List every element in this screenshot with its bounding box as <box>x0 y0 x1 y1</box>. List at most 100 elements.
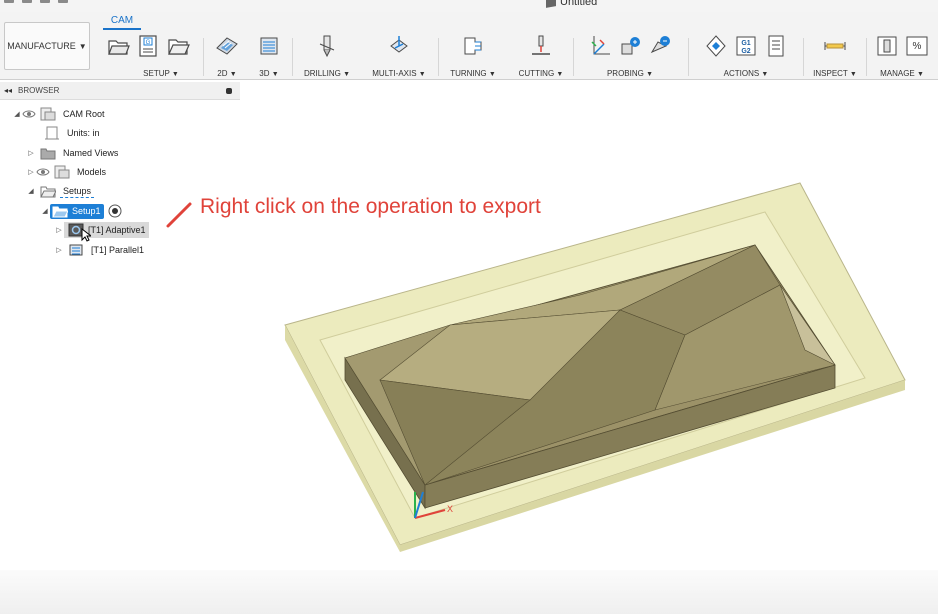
setup1-selected-chip[interactable]: Setup1 <box>50 203 104 219</box>
manage-group: % MANAGE ▼ <box>870 32 934 78</box>
browser-pin-icon[interactable] <box>226 88 232 94</box>
turning-icon[interactable] <box>461 34 485 58</box>
open-folder-icon[interactable] <box>106 34 130 58</box>
collapsed-triangle-icon[interactable]: ▷ <box>26 149 36 157</box>
expanded-triangle-icon[interactable]: ◢ <box>40 207 50 215</box>
setup-menu[interactable]: SETUP ▼ <box>124 69 198 78</box>
multi-axis-group: MULTI-AXIS ▼ <box>364 32 434 78</box>
tree-label-setups: Setups <box>60 185 95 198</box>
parallel-operation-icon <box>69 244 83 256</box>
eye-icon[interactable] <box>22 107 36 121</box>
tree-adaptive1[interactable]: ▷ [T1] Adaptive1 <box>54 222 149 238</box>
multi-axis-icon[interactable] <box>387 34 411 58</box>
setup-sheet-icon[interactable]: G <box>136 34 160 58</box>
inspect-menu[interactable]: INSPECT ▼ <box>808 69 862 78</box>
probing-menu[interactable]: PROBING ▼ <box>578 69 682 78</box>
probing-group: PROBING ▼ <box>578 32 682 78</box>
eye-icon[interactable] <box>36 165 50 179</box>
tree-label-setup1: Setup1 <box>72 206 101 216</box>
document-cube-icon <box>546 0 556 8</box>
expanded-triangle-icon[interactable]: ◢ <box>26 187 36 195</box>
collapsed-triangle-icon[interactable]: ▷ <box>54 246 64 254</box>
probe-wcs-icon[interactable] <box>618 34 642 58</box>
browser-title: BROWSER <box>18 86 60 95</box>
multi-axis-menu[interactable]: MULTI-AXIS ▼ <box>364 69 434 78</box>
tree-label-models: Models <box>77 167 107 177</box>
svg-text:G1: G1 <box>741 40 750 47</box>
drill-icon[interactable] <box>315 34 339 58</box>
tree-models[interactable]: ▷ Models <box>26 164 109 180</box>
inspect-group: INSPECT ▼ <box>808 32 862 78</box>
tree-named-views[interactable]: ▷ Named Views <box>26 145 121 161</box>
manage-menu[interactable]: MANAGE ▼ <box>870 69 934 78</box>
folder-icon <box>40 148 56 160</box>
undo-icon[interactable] <box>58 0 68 3</box>
workspace-switcher[interactable]: MANUFACTURE ▼ <box>4 22 90 70</box>
tree-label-adaptive1: [T1] Adaptive1 <box>88 225 146 235</box>
model-canvas[interactable]: X <box>240 100 938 570</box>
3d-viewport[interactable]: X <box>240 100 938 570</box>
cutting-group: CUTTING ▼ <box>512 32 570 78</box>
svg-text:G: G <box>146 40 151 46</box>
toolbar: CAM MANUFACTURE ▼ G SETUP ▼ 2D ▼ 3D ▼ DR… <box>0 12 938 80</box>
probe-axes-icon[interactable] <box>588 34 612 58</box>
cutting-icon[interactable] <box>529 34 553 58</box>
2d-group: 2D ▼ <box>208 32 246 78</box>
actions-group: G1 G2 ACTIONS ▼ <box>694 32 798 78</box>
chevron-down-icon: ▼ <box>78 41 87 51</box>
quick-access-toolbar[interactable] <box>4 0 68 5</box>
collapsed-triangle-icon[interactable]: ▷ <box>26 168 36 176</box>
browser-header: ◂◂ BROWSER <box>0 82 240 100</box>
tree-parallel1[interactable]: ▷ [T1] Parallel1 <box>54 242 147 258</box>
setup-folder-icon <box>52 206 68 218</box>
models-icon <box>54 165 70 179</box>
workspace-label: MANUFACTURE <box>7 41 76 51</box>
simulate-icon[interactable] <box>704 34 728 58</box>
document-icon <box>45 126 59 140</box>
triad-x-label: X <box>447 504 453 514</box>
cam-root-icon <box>40 107 56 121</box>
post-library-icon[interactable]: % <box>905 34 929 58</box>
3d-group: 3D ▼ <box>250 32 288 78</box>
2d-menu[interactable]: 2D ▼ <box>208 69 246 78</box>
tree-setups[interactable]: ◢ Setups <box>26 183 95 199</box>
svg-text:%: % <box>913 41 922 52</box>
collapsed-triangle-icon[interactable]: ▷ <box>54 226 64 234</box>
turning-menu[interactable]: TURNING ▼ <box>444 69 502 78</box>
title-bar: Untitled <box>0 0 938 12</box>
tree-label-cam-root: CAM Root <box>63 109 105 119</box>
setup-group: G SETUP ▼ <box>98 32 198 78</box>
tab-cam[interactable]: CAM <box>103 14 141 30</box>
turning-group: TURNING ▼ <box>444 32 502 78</box>
setup-sheet-doc-icon[interactable] <box>764 34 788 58</box>
folder-icon[interactable] <box>166 34 190 58</box>
cutting-menu[interactable]: CUTTING ▼ <box>512 69 570 78</box>
activate-radio-icon[interactable] <box>108 204 122 218</box>
file-menu-icon[interactable] <box>22 0 32 3</box>
drilling-menu[interactable]: DRILLING ▼ <box>296 69 358 78</box>
save-icon[interactable] <box>40 0 50 3</box>
tool-library-icon[interactable] <box>875 34 899 58</box>
actions-menu[interactable]: ACTIONS ▼ <box>694 69 798 78</box>
3d-menu[interactable]: 3D ▼ <box>250 69 288 78</box>
3d-adaptive-icon[interactable] <box>257 34 281 58</box>
folder-open-icon <box>40 186 56 198</box>
collapse-browser-icon[interactable]: ◂◂ <box>4 86 12 95</box>
tree-setup1[interactable]: ◢ Setup1 <box>40 203 122 219</box>
expanded-triangle-icon[interactable]: ◢ <box>12 110 22 118</box>
adaptive1-hover-chip[interactable]: [T1] Adaptive1 <box>64 222 149 238</box>
probe-geometry-icon[interactable] <box>648 34 672 58</box>
tree-label-units: Units: in <box>67 128 100 138</box>
2d-pocket-icon[interactable] <box>215 34 239 58</box>
tree-label-parallel1: [T1] Parallel1 <box>91 245 145 255</box>
mouse-cursor-icon <box>81 228 91 242</box>
drilling-group: DRILLING ▼ <box>296 32 358 78</box>
measure-icon[interactable] <box>823 34 847 58</box>
tree-cam-root[interactable]: ◢ CAM Root <box>12 106 108 122</box>
svg-text:G2: G2 <box>741 48 750 55</box>
post-process-icon[interactable]: G1G2 <box>734 34 758 58</box>
annotation-arrow <box>166 202 192 228</box>
tree-units[interactable]: Units: in <box>40 125 103 141</box>
grid-menu-icon[interactable] <box>4 0 14 3</box>
bottom-panel <box>0 570 938 614</box>
